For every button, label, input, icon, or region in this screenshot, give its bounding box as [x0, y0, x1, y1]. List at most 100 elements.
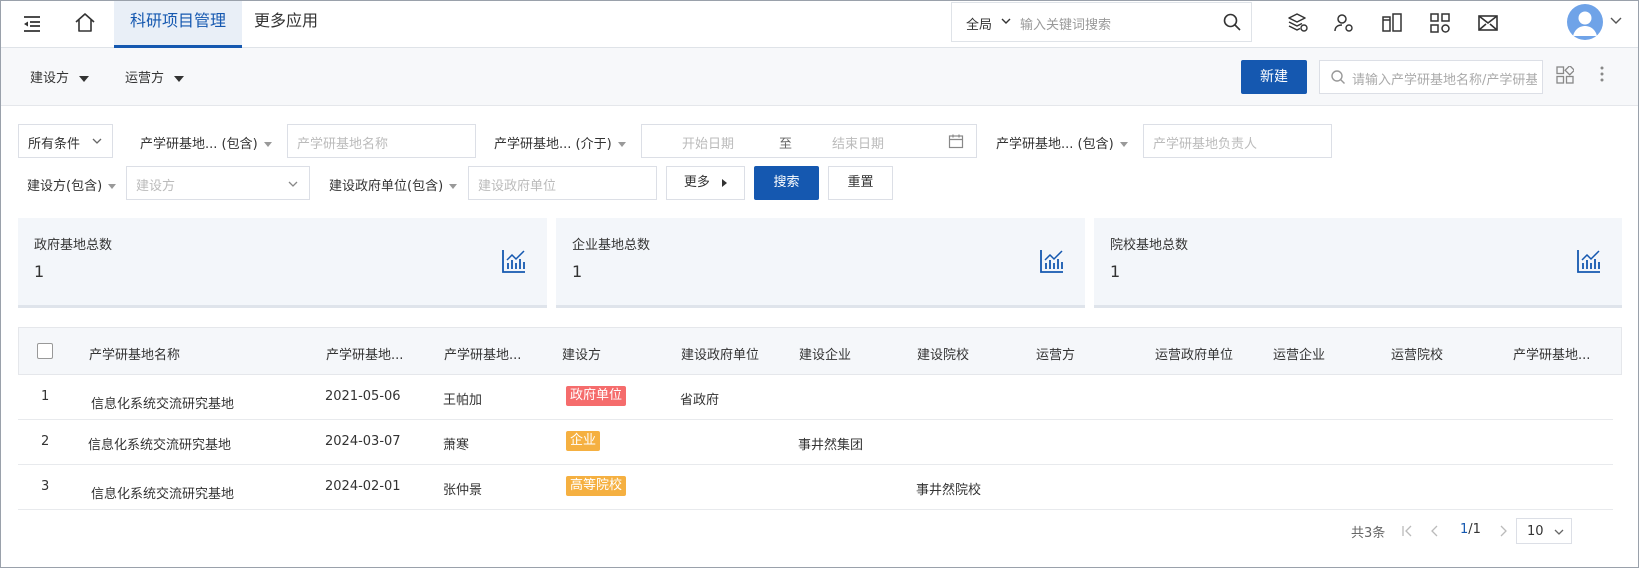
date-separator: 至 — [779, 137, 793, 152]
base-name-cell[interactable]: 信息化系统交流研究基地 — [91, 483, 234, 502]
date-cell: 2024-03-07 — [325, 434, 401, 449]
base-leader-condition[interactable]: 产学研基地... (包含) — [996, 133, 1128, 152]
all-conditions-select[interactable]: 所有条件 — [18, 124, 113, 158]
builder-filter-label: 建设方 — [30, 71, 70, 86]
avatar[interactable] — [1567, 4, 1603, 40]
gov-base-stat-card: 政府基地总数 1 — [18, 218, 547, 308]
row-index: 3 — [41, 479, 50, 494]
stat-title: 政府基地总数 — [34, 238, 113, 253]
layers-settings-icon[interactable] — [1285, 11, 1309, 35]
home-icon[interactable] — [73, 11, 97, 35]
stat-value: 1 — [1110, 262, 1121, 281]
gov-unit-condition-label: 建设政府单位(包含) — [329, 179, 444, 194]
caret-down-icon — [449, 184, 458, 189]
mail-icon[interactable] — [1476, 11, 1500, 35]
gov-unit-input[interactable]: 建设政府单位 — [468, 166, 657, 200]
school-base-stat-card: 院校基地总数 1 — [1094, 218, 1622, 308]
chevron-down-icon[interactable] — [1000, 16, 1012, 26]
base-name-cell[interactable]: 信息化系统交流研究基地 — [88, 434, 231, 453]
base-name-condition[interactable]: 产学研基地... (包含) — [140, 133, 272, 152]
search-input[interactable]: 输入关键词搜索 — [1020, 14, 1111, 33]
start-date-input[interactable]: 开始日期 — [682, 133, 734, 152]
prev-page-icon[interactable] — [1428, 524, 1442, 538]
base-leader-condition-label: 产学研基地... (包含) — [996, 137, 1114, 152]
end-date-input[interactable]: 结束日期 — [832, 133, 884, 152]
bar-chart-icon — [1040, 250, 1063, 273]
panel-layout-icon[interactable] — [1380, 11, 1404, 35]
bar-chart-icon — [502, 250, 525, 273]
more-conditions-button[interactable]: 更多 — [666, 166, 745, 200]
more-conditions-label: 更多 — [683, 175, 710, 190]
reset-button[interactable]: 重置 — [828, 166, 893, 200]
apps-grid-icon[interactable] — [1428, 11, 1452, 35]
total-pages: /1 — [1468, 522, 1481, 537]
date-range-picker[interactable]: 开始日期 至 结束日期 — [641, 124, 977, 158]
more-vertical-icon[interactable] — [1599, 64, 1605, 84]
tab-research-project[interactable]: 科研项目管理 — [114, 1, 243, 48]
caret-down-icon — [1119, 142, 1128, 147]
column-header[interactable]: 建设院校 — [917, 344, 969, 363]
stat-value: 1 — [572, 262, 583, 281]
builder-tag: 高等院校 — [566, 476, 627, 496]
stat-title: 院校基地总数 — [1110, 238, 1189, 253]
calendar-icon[interactable] — [948, 133, 964, 149]
base-leader-input[interactable]: 产学研基地负责人 — [1143, 124, 1332, 158]
column-header[interactable]: 建设企业 — [799, 344, 851, 363]
row-index: 1 — [41, 389, 50, 404]
quick-search-placeholder: 请输入产学研基地名称/产学研基地负责人 — [1352, 73, 1537, 88]
first-page-icon[interactable] — [1400, 524, 1414, 538]
view-switch-icon[interactable] — [1556, 66, 1574, 84]
enterprise-base-stat-card: 企业基地总数 1 — [556, 218, 1085, 308]
next-page-icon[interactable] — [1496, 524, 1510, 538]
row-index: 2 — [41, 434, 50, 449]
table-row[interactable]: 1 信息化系统交流研究基地 2021-05-06 王帕加 政府单位 省政府 — [18, 375, 1613, 420]
column-header[interactable]: 产学研基地... — [326, 344, 403, 363]
caret-right-icon — [722, 178, 728, 187]
caret-down-icon — [79, 75, 90, 82]
column-header[interactable]: 建设方 — [562, 344, 601, 363]
base-date-condition-label: 产学研基地... (介于) — [494, 137, 612, 152]
user-settings-icon[interactable] — [1332, 11, 1356, 35]
search-scope[interactable]: 全局 — [966, 14, 992, 33]
select-all-checkbox[interactable] — [37, 343, 53, 359]
column-header[interactable]: 运营院校 — [1391, 344, 1443, 363]
column-header[interactable]: 产学研基地... — [1513, 344, 1590, 363]
builder-tag: 企业 — [566, 431, 601, 451]
new-button[interactable]: 新建 — [1241, 60, 1307, 94]
menu-collapse-icon[interactable] — [21, 14, 43, 34]
column-header[interactable]: 产学研基地... — [444, 344, 521, 363]
search-icon[interactable] — [1222, 12, 1242, 32]
table-row[interactable]: 2 信息化系统交流研究基地 2024-03-07 萧寒 企业 事井然集团 — [18, 420, 1613, 465]
column-header[interactable]: 建设政府单位 — [681, 344, 759, 363]
date-cell: 2024-02-01 — [325, 479, 401, 494]
search-button[interactable]: 搜索 — [754, 166, 819, 200]
caret-down-icon — [108, 184, 117, 189]
company-cell: 事井然集团 — [798, 438, 864, 453]
column-header[interactable]: 运营企业 — [1273, 344, 1325, 363]
column-header[interactable]: 产学研基地名称 — [89, 344, 180, 363]
page-size-select[interactable]: 10 — [1516, 518, 1572, 544]
column-header[interactable]: 运营方 — [1036, 344, 1075, 363]
base-name-condition-label: 产学研基地... (包含) — [140, 137, 258, 152]
builder-placeholder: 建设方 — [136, 179, 176, 194]
leader-cell: 张仲景 — [443, 483, 483, 498]
chevron-down-icon — [92, 138, 102, 144]
base-name-input[interactable]: 产学研基地名称 — [287, 124, 476, 158]
gov-unit-condition[interactable]: 建设政府单位(包含) — [329, 175, 458, 194]
quick-search-input[interactable]: 请输入产学研基地名称/产学研基地负责人 — [1319, 60, 1543, 94]
table-header: 产学研基地名称 产学研基地... 产学研基地... 建设方 建设政府单位 建设企… — [18, 327, 1622, 375]
tab-more-apps[interactable]: 更多应用 — [238, 1, 334, 48]
column-header[interactable]: 运营政府单位 — [1155, 344, 1233, 363]
table-row[interactable]: 3 信息化系统交流研究基地 2024-02-01 张仲景 高等院校 事井然院校 — [18, 465, 1613, 510]
operator-filter-dropdown[interactable]: 运营方 — [125, 67, 185, 86]
leader-cell: 萧寒 — [443, 438, 470, 453]
chevron-down-icon[interactable] — [1609, 15, 1623, 27]
base-date-condition[interactable]: 产学研基地... (介于) — [494, 133, 626, 152]
bar-chart-icon — [1577, 250, 1600, 273]
caret-down-icon — [263, 142, 272, 147]
base-name-cell[interactable]: 信息化系统交流研究基地 — [91, 393, 234, 412]
builder-filter-dropdown[interactable]: 建设方 — [30, 67, 90, 86]
gov-unit-placeholder: 建设政府单位 — [478, 179, 557, 194]
builder-select[interactable]: 建设方 — [126, 166, 310, 200]
builder-condition[interactable]: 建设方(包含) — [27, 175, 117, 194]
